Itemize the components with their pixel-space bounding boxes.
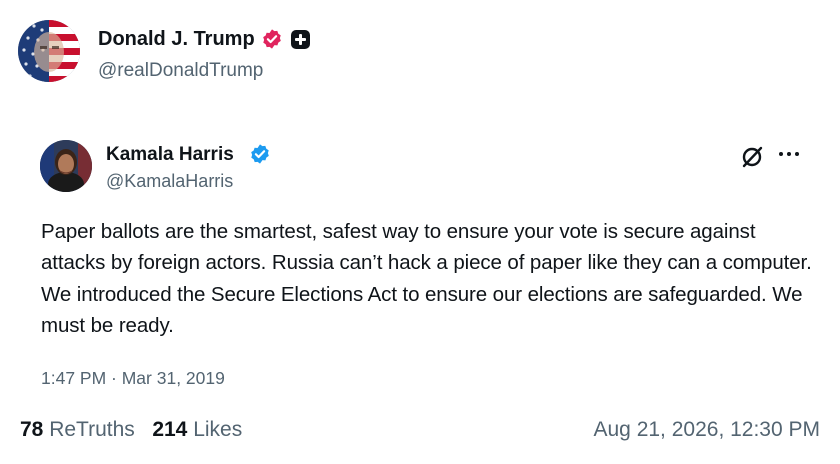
- quoted-author-name[interactable]: Kamala Harris: [106, 144, 234, 166]
- quoted-author-avatar[interactable]: [40, 140, 92, 192]
- quoted-tweet-text: Paper ballots are the smartest, safest w…: [41, 220, 812, 338]
- quoted-timestamp[interactable]: 1:47 PM · Mar 31, 2019: [41, 368, 225, 389]
- author-handle[interactable]: @realDonaldTrump: [98, 60, 263, 82]
- more-icon[interactable]: [777, 144, 801, 164]
- author-avatar[interactable]: [18, 20, 80, 82]
- quoted-author-handle[interactable]: @KamalaHarris: [106, 171, 233, 192]
- likes-label[interactable]: Likes: [193, 418, 242, 441]
- author-name[interactable]: Donald J. Trump: [98, 28, 255, 51]
- verified-badge-icon: [251, 144, 269, 164]
- quoted-avatar-image: [40, 140, 92, 192]
- plus-square-icon: [291, 30, 310, 49]
- engagement-stats: 78 ReTruths 214 Likes: [20, 418, 242, 442]
- post-timestamp: Aug 21, 2026, 12:30 PM: [593, 418, 821, 441]
- likes-count[interactable]: 214: [152, 418, 187, 441]
- retruths-count[interactable]: 78: [20, 418, 43, 441]
- unlink-icon[interactable]: [739, 144, 765, 170]
- avatar-image: [18, 20, 80, 82]
- retruths-label[interactable]: ReTruths: [49, 418, 135, 441]
- verified-badge-icon: [263, 29, 281, 49]
